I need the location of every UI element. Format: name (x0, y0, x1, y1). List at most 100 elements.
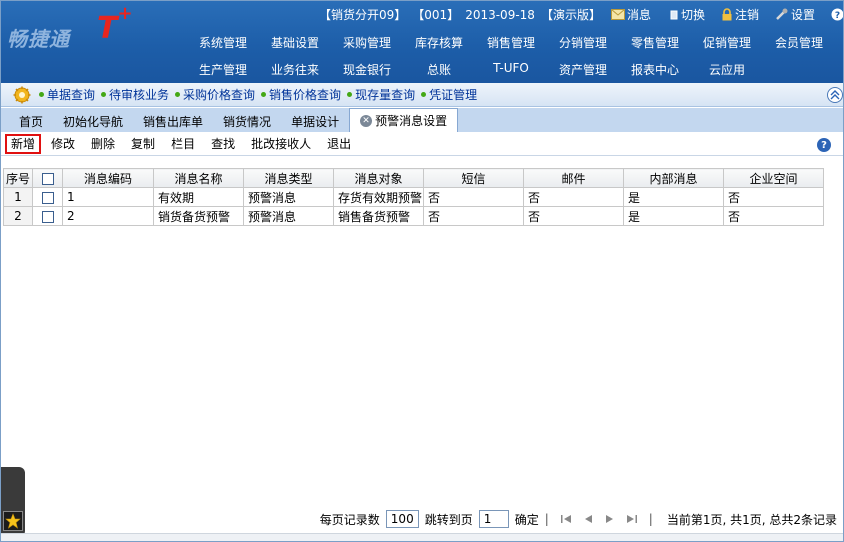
nav-distribution-management[interactable]: 分销管理 (547, 34, 619, 51)
col-header-email[interactable]: 邮件 (523, 168, 624, 188)
cell-internal[interactable]: 是 (623, 187, 724, 207)
col-header-internal[interactable]: 内部消息 (623, 168, 724, 188)
batch-change-recipient-button[interactable]: 批改接收人 (243, 134, 319, 154)
account-set: 【销货分开09】 (319, 8, 407, 22)
table-row[interactable]: 2 2 销货备货预警 预警消息 销售备货预警 否 否 是 否 (3, 206, 824, 226)
nav-cash-bank[interactable]: 现金银行 (331, 61, 403, 78)
quick-pending-review[interactable]: 待审核业务 (101, 86, 169, 103)
col-header-sms[interactable]: 短信 (423, 168, 524, 188)
help-icon[interactable]: ? (817, 138, 831, 152)
table-header-row: 序号 消息编码 消息名称 消息类型 消息对象 短信 邮件 内部消息 企业空间 (3, 168, 824, 188)
delete-button[interactable]: 删除 (83, 134, 123, 154)
main-nav-row1: 系统管理 基础设置 采购管理 库存核算 销售管理 分销管理 零售管理 促销管理 … (187, 34, 843, 51)
cell-type[interactable]: 预警消息 (243, 206, 334, 226)
next-page-icon[interactable] (604, 514, 616, 524)
quick-purchase-price-query[interactable]: 采购价格查询 (175, 86, 255, 103)
switch-button[interactable]: 切换 (667, 6, 711, 23)
nav-production-management[interactable]: 生产管理 (187, 61, 259, 78)
cell-type[interactable]: 预警消息 (243, 187, 334, 207)
divider: | (648, 512, 653, 526)
cell-name[interactable]: 有效期 (153, 187, 244, 207)
tab-document-design[interactable]: 单据设计 (281, 110, 349, 132)
jump-page-input[interactable]: 1 (478, 510, 509, 528)
nav-retail-management[interactable]: 零售管理 (619, 34, 691, 51)
nav-asset-management[interactable]: 资产管理 (547, 61, 619, 78)
nav-cloud-apps[interactable]: 云应用 (691, 61, 763, 78)
nav-basic-settings[interactable]: 基础设置 (259, 34, 331, 51)
tab-home[interactable]: 首页 (9, 110, 53, 132)
cell-object[interactable]: 销售备货预警 (333, 206, 424, 226)
first-page-icon[interactable] (560, 514, 572, 524)
row-select[interactable] (32, 187, 63, 207)
nav-purchase-management[interactable]: 采购管理 (331, 34, 403, 51)
tab-sales-status[interactable]: 销货情况 (213, 110, 281, 132)
per-page-label: 每页记录数 (319, 512, 380, 527)
nav-member-management[interactable]: 会员管理 (763, 34, 835, 51)
nav-general-ledger[interactable]: 总账 (403, 61, 475, 78)
nav-inventory-accounting[interactable]: 库存核算 (403, 34, 475, 51)
row-checkbox[interactable] (41, 210, 54, 223)
exit-button[interactable]: 退出 (319, 134, 359, 154)
select-all-checkbox[interactable] (41, 172, 54, 185)
cell-code[interactable]: 1 (62, 187, 154, 207)
logout-button[interactable]: 注销 (721, 6, 765, 23)
nav-business-dealings[interactable]: 业务往来 (259, 61, 331, 78)
per-page-input[interactable]: 100 (385, 510, 419, 528)
cell-name[interactable]: 销货备货预警 (153, 206, 244, 226)
settings-button[interactable]: 设置 (775, 6, 821, 23)
cell-internal[interactable]: 是 (623, 206, 724, 226)
quick-document-query[interactable]: 单据查询 (39, 86, 95, 103)
nav-t-ufo[interactable]: T-UFO (475, 61, 547, 78)
message-button[interactable]: 消息 (610, 6, 657, 23)
nav-system-management[interactable]: 系统管理 (187, 34, 259, 51)
lock-icon (722, 8, 732, 21)
find-button[interactable]: 查找 (203, 134, 243, 154)
cell-enterprise-space[interactable]: 否 (723, 206, 824, 226)
envelope-icon (610, 9, 625, 20)
col-header-select-all[interactable] (32, 168, 63, 188)
tab-alert-message-settings[interactable]: ✕ 预警消息设置 (349, 108, 459, 132)
row-select[interactable] (32, 206, 63, 226)
col-header-object[interactable]: 消息对象 (333, 168, 424, 188)
last-page-icon[interactable] (626, 514, 638, 524)
nav-report-center[interactable]: 报表中心 (619, 61, 691, 78)
columns-button[interactable]: 栏目 (163, 134, 203, 154)
gear-icon[interactable] (13, 86, 31, 104)
switch-icon (670, 10, 678, 19)
prev-page-icon[interactable] (582, 514, 594, 524)
tab-sales-outbound[interactable]: 销售出库单 (133, 110, 213, 132)
nav-sales-management[interactable]: 销售管理 (475, 34, 547, 51)
quick-voucher-management[interactable]: 凭证管理 (421, 86, 477, 103)
table-row[interactable]: 1 1 有效期 预警消息 存货有效期预警 否 否 是 否 (3, 187, 824, 207)
cell-sms[interactable]: 否 (423, 187, 524, 207)
quick-stock-query[interactable]: 现存量查询 (347, 86, 415, 103)
confirm-button[interactable]: 确定 (515, 511, 539, 528)
col-header-code[interactable]: 消息编码 (62, 168, 154, 188)
add-button[interactable]: 新增 (5, 133, 42, 154)
col-header-enterprise-space[interactable]: 企业空间 (723, 168, 824, 188)
cell-email[interactable]: 否 (523, 187, 624, 207)
row-checkbox[interactable] (41, 191, 54, 204)
cell-sms[interactable]: 否 (423, 206, 524, 226)
quick-sales-price-query[interactable]: 销售价格查询 (261, 86, 341, 103)
help-menu-button[interactable]: ? 帮助 (831, 6, 843, 23)
bullet-icon (101, 92, 107, 97)
status-bar (1, 533, 843, 541)
cell-code[interactable]: 2 (62, 206, 154, 226)
close-icon[interactable]: ✕ (360, 114, 373, 127)
cell-email[interactable]: 否 (523, 206, 624, 226)
cell-enterprise-space[interactable]: 否 (723, 187, 824, 207)
edit-button[interactable]: 修改 (43, 134, 83, 154)
page-status: 当前第1页, 共1页, 总共2条记录 (666, 512, 837, 527)
tab-init-guide[interactable]: 初始化导航 (53, 110, 133, 132)
tools-icon (776, 8, 788, 20)
bullet-icon (39, 92, 44, 97)
collapse-up-icon[interactable] (827, 87, 843, 103)
col-header-name[interactable]: 消息名称 (153, 168, 244, 188)
col-header-type[interactable]: 消息类型 (243, 168, 334, 188)
logo-text: 畅捷通 (7, 27, 70, 51)
copy-button[interactable]: 复制 (123, 134, 163, 154)
operator-code: 【001】 (412, 8, 460, 22)
nav-promotion-management[interactable]: 促销管理 (691, 34, 763, 51)
cell-object[interactable]: 存货有效期预警 (333, 187, 424, 207)
